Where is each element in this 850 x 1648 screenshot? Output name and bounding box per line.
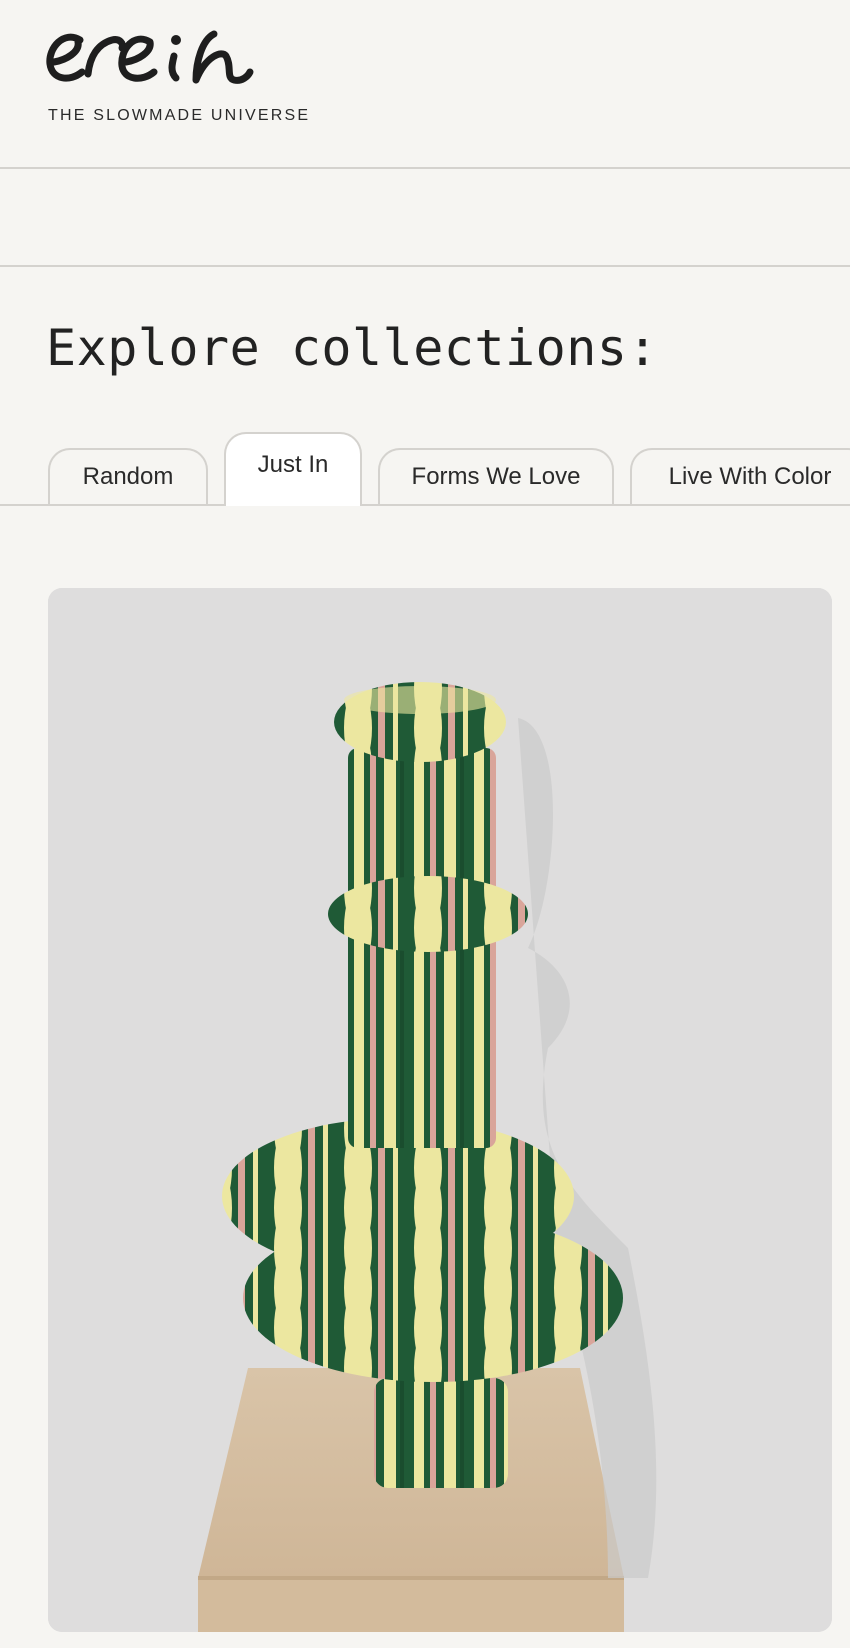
tab-live-with-color[interactable]: Live With Color <box>630 448 850 504</box>
tab-random[interactable]: Random <box>48 448 208 504</box>
brand-tagline: THE SLOWMADE UNIVERSE <box>48 107 311 124</box>
collection-tabs: Random Just In Forms We Love Live With C… <box>0 430 850 508</box>
striped-sculpture-vase-image <box>48 588 832 1632</box>
header-divider <box>0 167 850 169</box>
tab-just-in[interactable]: Just In <box>224 432 362 506</box>
site-header: THE SLOWMADE UNIVERSE <box>0 0 850 168</box>
handwritten-logo-icon <box>46 30 254 84</box>
section-divider <box>0 265 850 267</box>
tab-forms-we-love[interactable]: Forms We Love <box>378 448 614 504</box>
collections-heading: Explore collections: <box>46 319 659 377</box>
logo-link[interactable] <box>46 26 266 95</box>
page: THE SLOWMADE UNIVERSE Explore collection… <box>0 0 850 1648</box>
product-card[interactable] <box>48 588 832 1632</box>
tabs-baseline <box>0 504 850 506</box>
